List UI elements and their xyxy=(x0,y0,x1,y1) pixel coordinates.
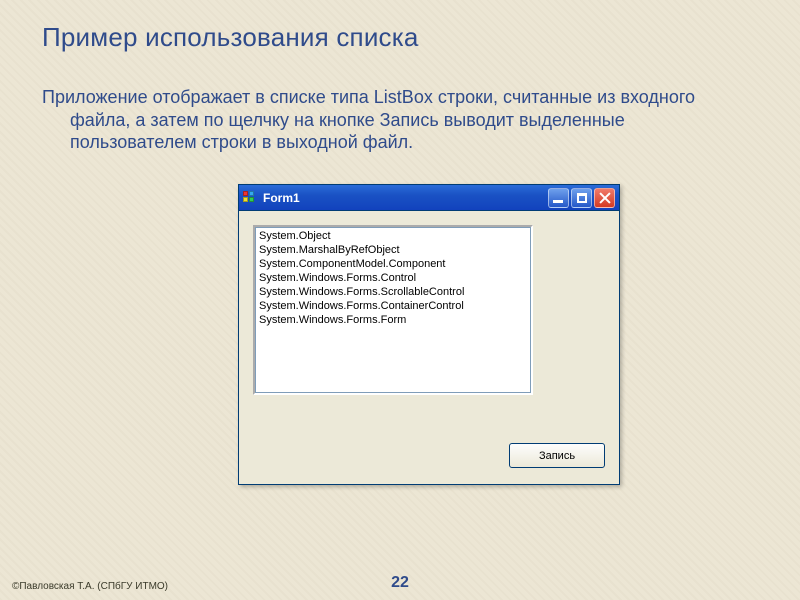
list-item[interactable]: System.MarshalByRefObject xyxy=(259,243,527,257)
client-area: System.ObjectSystem.MarshalByRefObjectSy… xyxy=(239,211,619,484)
write-button[interactable]: Запись xyxy=(509,443,605,468)
list-item[interactable]: System.Windows.Forms.ContainerControl xyxy=(259,299,527,313)
slide: Пример использования списка Приложение о… xyxy=(0,0,800,600)
window-buttons xyxy=(548,188,615,208)
slide-title: Пример использования списка xyxy=(42,22,419,53)
button-row: Запись xyxy=(253,443,605,470)
minimize-icon xyxy=(553,200,563,203)
app-window: Form1 System.ObjectSystem.MarshalByRefOb… xyxy=(238,184,620,485)
titlebar[interactable]: Form1 xyxy=(239,185,619,211)
app-icon xyxy=(243,191,257,205)
slide-body-text: Приложение отображает в списке типа List… xyxy=(42,86,710,154)
close-button[interactable] xyxy=(594,188,615,208)
minimize-button[interactable] xyxy=(548,188,569,208)
list-item[interactable]: System.Object xyxy=(259,229,527,243)
maximize-button[interactable] xyxy=(571,188,592,208)
list-item[interactable]: System.Windows.Forms.Form xyxy=(259,313,527,327)
list-item[interactable]: System.Windows.Forms.Control xyxy=(259,271,527,285)
list-item[interactable]: System.ComponentModel.Component xyxy=(259,257,527,271)
maximize-icon xyxy=(577,193,587,203)
window-title: Form1 xyxy=(263,191,548,205)
footer-copyright: ©Павловская Т.А. (СПбГУ ИТМО) xyxy=(12,581,168,592)
list-item[interactable]: System.Windows.Forms.ScrollableControl xyxy=(259,285,527,299)
listbox[interactable]: System.ObjectSystem.MarshalByRefObjectSy… xyxy=(253,225,533,395)
